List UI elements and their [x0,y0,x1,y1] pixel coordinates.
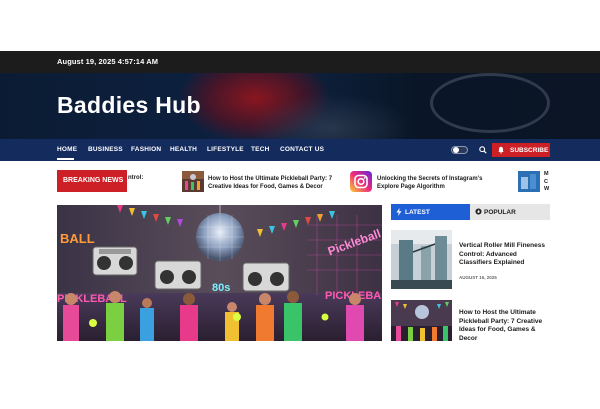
article-thumbnail-pickleball[interactable] [391,300,452,341]
nav-item-tech[interactable]: TECH [251,146,270,153]
page: August 19, 2025 4:57:14 AM Baddies Hub H… [0,0,600,409]
article-thumbnail-roller-mill[interactable] [391,230,452,289]
instagram-icon[interactable] [350,171,372,192]
tab-popular-label: POPULAR [484,209,516,216]
subscribe-label: SUBSCRIBE [510,147,549,154]
breaking-news-label: BREAKING NEWS [63,177,124,184]
top-bar: August 19, 2025 4:57:14 AM [0,51,600,73]
lightning-icon [396,208,402,216]
search-icon[interactable] [479,146,487,154]
featured-article-image[interactable]: BALL PICKLEBALL Pickleball PICKLEBA 80s [57,205,382,341]
dark-mode-toggle[interactable] [451,146,468,154]
nav-item-contact-us[interactable]: CONTACT US [280,146,324,153]
nav-item-fashion[interactable]: FASHION [131,146,161,153]
active-nav-indicator [57,158,74,160]
breaking-news-badge: BREAKING NEWS [57,170,127,192]
tab-latest-label: LATEST [405,209,430,216]
neon-sign-center: 80s [212,282,230,294]
fire-icon [475,208,482,215]
site-header: Baddies Hub [0,73,600,139]
neon-sign-left: BALL [60,231,95,246]
ticker-item-4[interactable]: M C W [544,171,552,194]
ticker-thumbnail-4[interactable] [518,171,540,192]
nav-item-health[interactable]: HEALTH [170,146,197,153]
nav-item-lifestyle[interactable]: LIFESTYLE [207,146,244,153]
site-title[interactable]: Baddies Hub [57,92,201,119]
boombox-left [92,246,138,276]
tab-latest[interactable]: LATEST [391,204,470,220]
toggle-knob [453,147,459,153]
bell-icon [498,146,504,154]
current-date: August 19, 2025 4:57:14 AM [57,57,159,66]
ticker-item-3[interactable]: Unlocking the Secrets of Instagram's Exp… [377,175,502,191]
header-background-ring [430,73,550,133]
ticker-item-2[interactable]: How to Host the Ultimate Pickleball Part… [208,175,333,191]
ticker-thumbnail-pickleball[interactable] [182,171,204,192]
boombox-center [154,260,202,290]
sidebar-article-2-title[interactable]: How to Host the Ultimate Pickleball Part… [459,309,551,342]
subscribe-button[interactable]: SUBSCRIBE [492,143,550,157]
nav-item-business[interactable]: BUSINESS [88,146,123,153]
tab-popular[interactable]: POPULAR [470,204,550,220]
sidebar-article-1-title[interactable]: Vertical Roller Mill Fineness Control: A… [459,242,551,268]
ticker-item-1[interactable]: ntrol: [128,174,143,182]
boombox-right [242,262,290,292]
sidebar-article-1-date: AUGUST 15, 2025 [459,275,497,280]
nav-item-home[interactable]: HOME [57,146,77,153]
